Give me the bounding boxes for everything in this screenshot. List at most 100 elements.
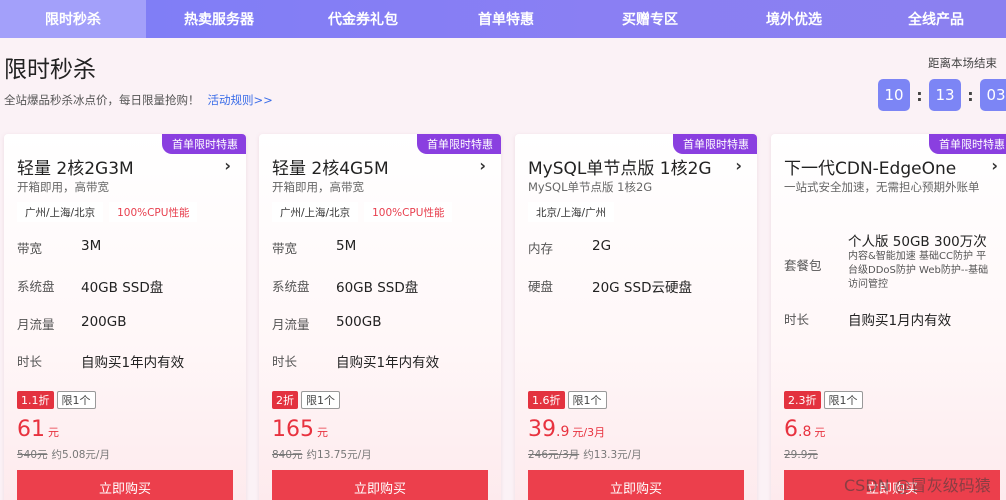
chevron-right-icon[interactable]: ›	[224, 156, 231, 175]
discount-badge: 2.3折	[784, 391, 821, 409]
price-unit: 元/3月	[572, 426, 606, 439]
product-desc: MySQL单节点版 1核2G	[528, 180, 653, 194]
product-name[interactable]: 轻量 2核4G5M	[272, 154, 389, 179]
spec-key: 时长	[784, 312, 810, 327]
product-card-edgeone: 首单限时特惠 下一代CDN-EdgeOne › 一站式安全加速，无需担心预期外账…	[771, 134, 1006, 500]
product-card-lighthouse-2c4g: 首单限时特惠 轻量 2核4G5M › 开箱即用，高带宽 广州/上海/北京 100…	[259, 134, 501, 500]
buy-now-button[interactable]: 立即购买	[528, 470, 744, 500]
product-card-lighthouse-2c2g: 首单限时特惠 轻量 2核2G3M › 开箱即用，高带宽 广州/上海/北京 100…	[4, 134, 246, 500]
buy-now-button[interactable]: 立即购买	[272, 470, 488, 500]
spec-key: 时长	[17, 354, 43, 369]
monthly-price: 约13.75元/月	[306, 449, 372, 461]
chevron-right-icon[interactable]: ›	[735, 156, 742, 175]
countdown-timer: 10 : 13 : 03	[878, 79, 1006, 111]
rules-link[interactable]: 活动规则>>	[208, 93, 273, 107]
original-price: 29.9元	[784, 447, 822, 462]
original-price-value: 246元/3月	[528, 449, 580, 461]
discount-row: 1.6折 限1个	[528, 391, 607, 409]
nav-item-first-order[interactable]: 首单特惠	[434, 0, 578, 38]
product-card-mysql: 首单限时特惠 MySQL单节点版 1核2G › MySQL单节点版 1核2G 北…	[515, 134, 757, 500]
price: 6.8 元	[784, 417, 825, 442]
nav-item-overseas[interactable]: 境外优选	[722, 0, 866, 38]
region-tag: 广州/上海/北京	[17, 202, 104, 222]
monthly-price: 约5.08元/月	[51, 449, 110, 461]
countdown-minutes: 13	[929, 79, 961, 111]
limit-badge: 限1个	[56, 391, 96, 409]
page-title: 限时秒杀	[4, 57, 96, 83]
chevron-right-icon[interactable]: ›	[479, 156, 486, 175]
price-amount: 165	[272, 417, 314, 442]
product-desc: 开箱即用，高带宽	[272, 180, 364, 194]
product-name[interactable]: MySQL单节点版 1核2G	[528, 154, 712, 179]
product-name[interactable]: 轻量 2核2G3M	[17, 154, 134, 179]
discount-row: 2折 限1个	[272, 391, 340, 409]
region-tag: 广州/上海/北京	[272, 202, 359, 222]
original-price: 540元 约5.08元/月	[17, 447, 110, 462]
spec-value: 40GB SSD盘	[81, 280, 164, 296]
spec-key: 带宽	[272, 241, 298, 256]
price-amount: 61	[17, 417, 45, 442]
countdown-hours: 10	[878, 79, 910, 111]
price-unit: 元	[48, 426, 59, 439]
price-decimal: .8	[798, 424, 812, 440]
price: 61 元	[17, 417, 59, 442]
original-price: 840元 约13.75元/月	[272, 447, 372, 462]
nav-item-all-products[interactable]: 全线产品	[866, 0, 1006, 38]
price-decimal: .9	[556, 424, 570, 440]
discount-badge: 2折	[272, 391, 298, 409]
region-tag: 北京/上海/广州	[528, 202, 615, 222]
monthly-price: 约13.3元/月	[583, 449, 642, 461]
price-unit: 元	[317, 426, 328, 439]
spec-value: 5M	[336, 238, 357, 254]
promo-badge: 首单限时特惠	[162, 134, 246, 154]
countdown-seconds: 03	[980, 79, 1006, 111]
promo-badge: 首单限时特惠	[929, 134, 1006, 154]
page-subtitle: 全站爆品秒杀冰点价，每日限量抢购！ 活动规则>>	[4, 92, 273, 108]
countdown-separator: :	[916, 85, 923, 105]
original-price-value: 29.9元	[784, 449, 818, 461]
watermark: CSDN @冒灰级码猿	[844, 476, 991, 495]
spec-value: 个人版 50GB 300万次	[848, 234, 987, 250]
discount-badge: 1.6折	[528, 391, 565, 409]
spec-key: 月流量	[272, 317, 310, 332]
price-unit: 元	[814, 426, 826, 439]
spec-value: 3M	[81, 238, 102, 254]
original-price-value: 840元	[272, 449, 303, 461]
nav-item-gift-zone[interactable]: 买赠专区	[578, 0, 722, 38]
price: 39.9 元/3月	[528, 417, 605, 442]
spec-value: 20G SSD云硬盘	[592, 280, 692, 296]
nav-item-flash-sale[interactable]: 限时秒杀	[0, 0, 146, 38]
cpu-tag: 100%CPU性能	[364, 202, 453, 222]
subtitle-text: 全站爆品秒杀冰点价，每日限量抢购！	[4, 93, 200, 107]
spec-key: 带宽	[17, 241, 43, 256]
spec-value: 自购买1月内有效	[848, 313, 952, 329]
price-amount: 6	[784, 417, 798, 442]
buy-now-button[interactable]: 立即购买	[17, 470, 233, 500]
nav-item-hot-servers[interactable]: 热卖服务器	[146, 0, 292, 38]
price: 165 元	[272, 417, 328, 442]
limit-badge: 限1个	[823, 391, 863, 409]
countdown-separator: :	[967, 85, 974, 105]
spec-key: 系统盘	[272, 279, 310, 294]
chevron-right-icon[interactable]: ›	[991, 156, 998, 175]
product-tags: 北京/上海/广州	[528, 202, 615, 222]
spec-key: 套餐包	[784, 258, 822, 273]
spec-value: 60GB SSD盘	[336, 280, 419, 296]
spec-key: 硬盘	[528, 279, 554, 294]
limit-badge: 限1个	[567, 391, 607, 409]
nav-item-vouchers[interactable]: 代金券礼包	[292, 0, 434, 38]
discount-row: 2.3折 限1个	[784, 391, 863, 409]
product-desc: 一站式安全加速，无需担心预期外账单	[784, 180, 980, 194]
cpu-tag: 100%CPU性能	[109, 202, 198, 222]
original-price-value: 540元	[17, 449, 48, 461]
product-desc: 开箱即用，高带宽	[17, 180, 109, 194]
product-name[interactable]: 下一代CDN-EdgeOne	[784, 154, 956, 179]
spec-value: 自购买1年内有效	[336, 355, 440, 371]
spec-key: 内存	[528, 241, 554, 256]
original-price: 246元/3月 约13.3元/月	[528, 447, 642, 462]
spec-value: 500GB	[336, 314, 382, 330]
spec-key: 月流量	[17, 317, 55, 332]
limit-badge: 限1个	[301, 391, 340, 409]
spec-value: 200GB	[81, 314, 127, 330]
promo-badge: 首单限时特惠	[417, 134, 501, 154]
